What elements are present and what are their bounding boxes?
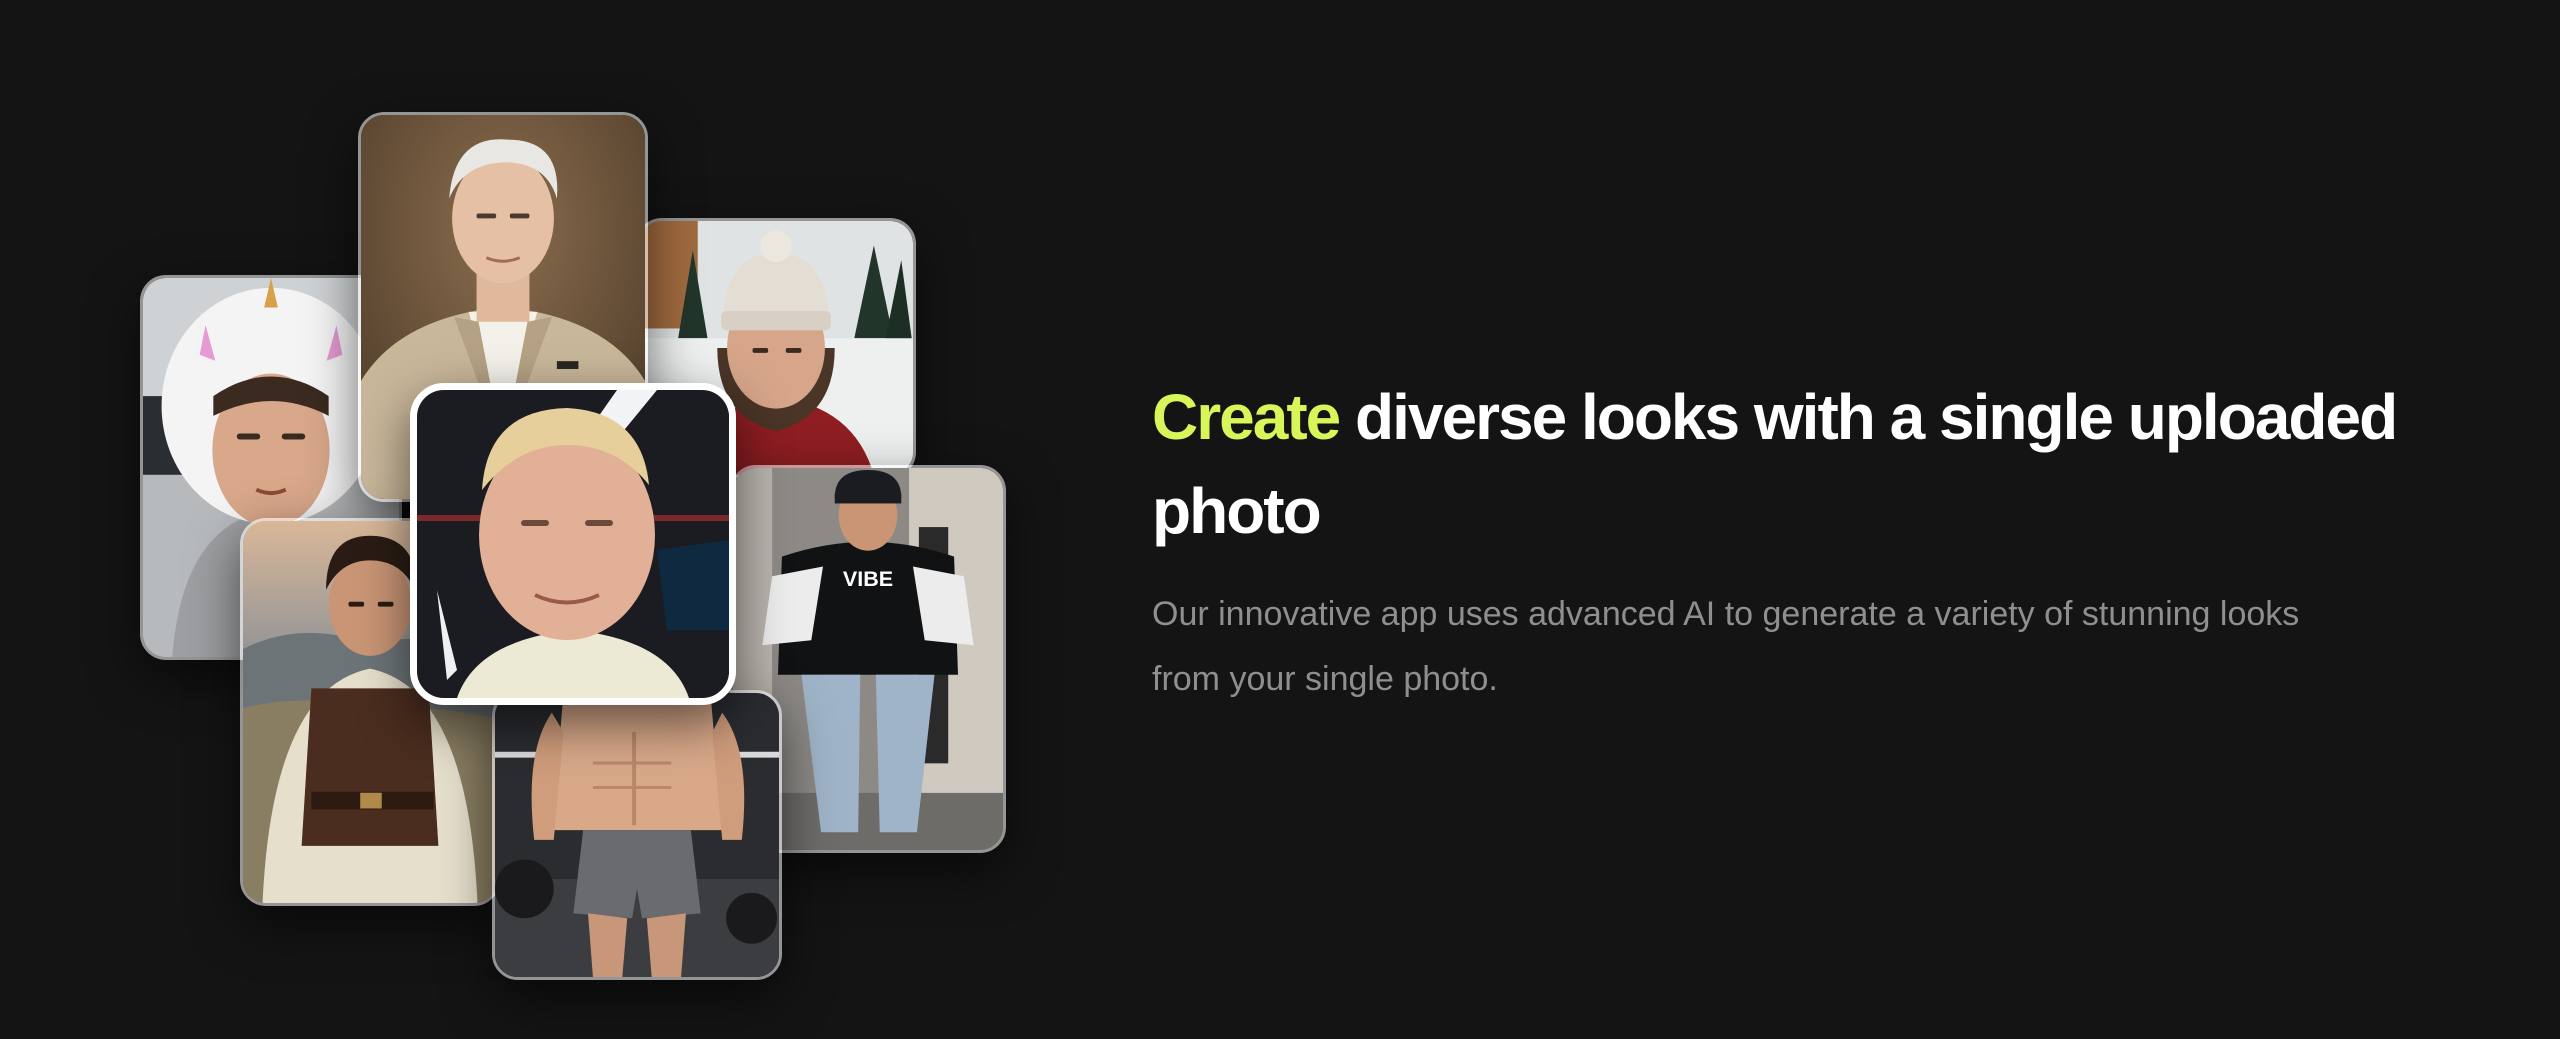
original-selfie-photo (410, 383, 736, 705)
hero-description: Our innovative app uses advanced AI to g… (1152, 595, 2300, 698)
headline-accent: Create (1152, 381, 1341, 453)
headline-rest: diverse looks with a single uploaded pho… (1152, 381, 2398, 547)
shirt-print-text: VIBE (843, 566, 893, 591)
hero-text: Create diverse looks with a single uploa… (1152, 370, 2442, 712)
gym-physique-photo (492, 690, 782, 980)
hero-section: VIBE Create diverse looks with a single … (0, 0, 2560, 1039)
hero-headline: Create diverse looks with a single uploa… (1152, 370, 2442, 558)
photo-collage: VIBE (0, 0, 1100, 1039)
